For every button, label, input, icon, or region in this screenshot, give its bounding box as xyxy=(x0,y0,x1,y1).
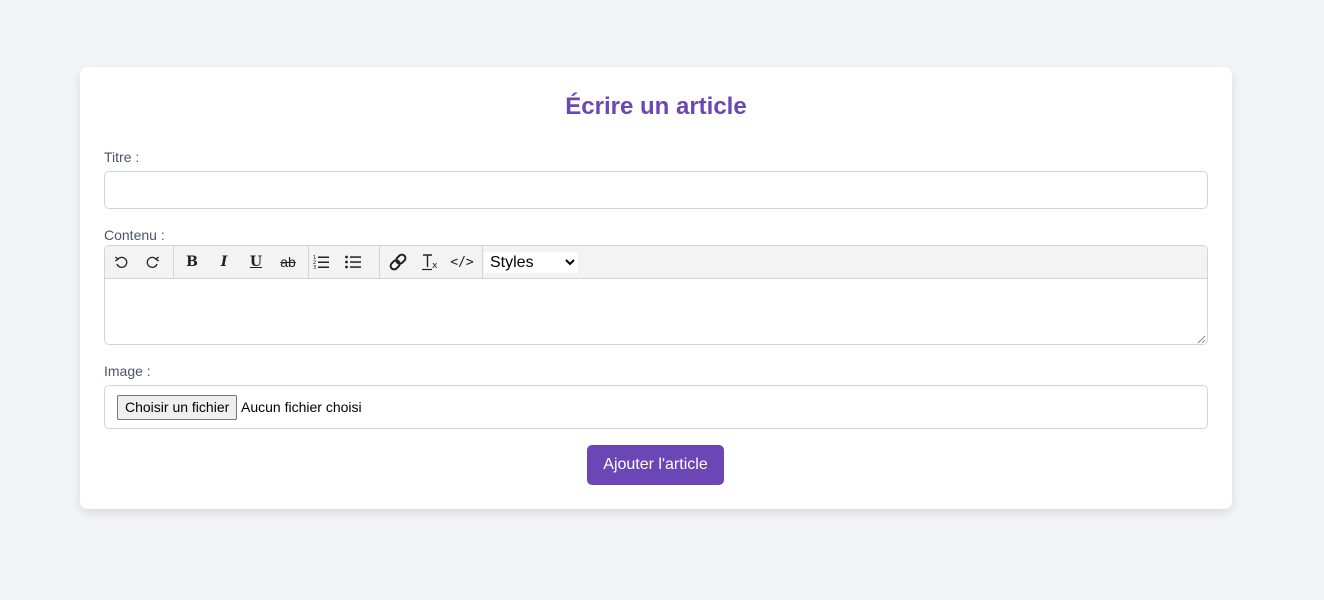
image-file-input[interactable]: Choisir un fichier Aucun fichier choisi xyxy=(104,385,1208,429)
choose-file-button[interactable]: Choisir un fichier xyxy=(117,395,238,420)
rich-text-editor: B I U ab 123 x </> Styles xyxy=(104,245,1208,345)
svg-text:3: 3 xyxy=(313,265,316,270)
resize-grip-icon[interactable] xyxy=(1197,335,1206,344)
toolbar-separator xyxy=(173,246,174,278)
toolbar-separator xyxy=(482,246,483,278)
clear-format-icon[interactable]: x xyxy=(414,246,446,278)
add-article-button[interactable]: Ajouter l'article xyxy=(587,445,724,485)
image-label: Image : xyxy=(104,363,151,379)
underline-icon[interactable]: U xyxy=(240,246,272,278)
page-title: Écrire un article xyxy=(565,93,747,120)
italic-icon[interactable]: I xyxy=(208,246,240,278)
editor-toolbar: B I U ab 123 x </> Styles xyxy=(105,246,1207,279)
article-form-card: Écrire un article Titre : Contenu : B I … xyxy=(80,67,1232,509)
title-label: Titre : xyxy=(104,149,140,165)
link-icon[interactable] xyxy=(382,246,414,278)
redo-icon[interactable] xyxy=(137,246,169,278)
code-icon[interactable]: </> xyxy=(446,246,478,278)
ordered-list-icon[interactable]: 123 xyxy=(305,246,337,278)
toolbar-separator xyxy=(379,246,380,278)
bullet-list-icon[interactable] xyxy=(337,246,369,278)
content-label: Contenu : xyxy=(104,227,165,243)
strikethrough-icon[interactable]: ab xyxy=(272,246,304,278)
svg-text:x: x xyxy=(432,261,438,271)
styles-select[interactable]: Styles xyxy=(484,252,578,273)
title-input[interactable] xyxy=(104,171,1208,209)
file-status-text: Aucun fichier choisi xyxy=(241,399,362,415)
bold-icon[interactable]: B xyxy=(176,246,208,278)
content-editor-area[interactable] xyxy=(105,279,1207,344)
undo-icon[interactable] xyxy=(105,246,137,278)
